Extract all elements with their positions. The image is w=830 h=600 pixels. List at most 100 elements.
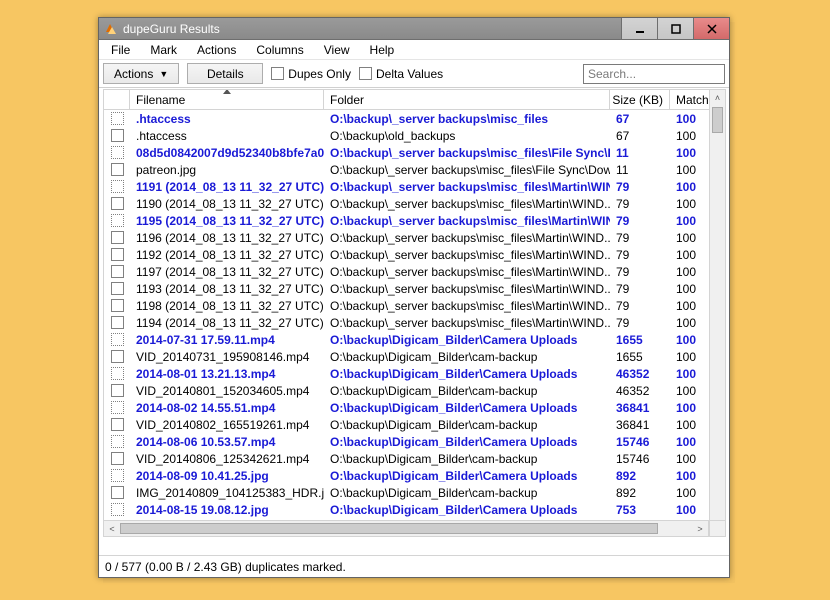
checkbox-icon (111, 265, 124, 278)
table-row[interactable]: 1190 (2014_08_13 11_32_27 UTC).001O:\bac… (104, 195, 725, 212)
table-row[interactable]: 1192 (2014_08_13 11_32_27 UTC).001O:\bac… (104, 246, 725, 263)
maximize-button[interactable] (657, 18, 693, 39)
checkbox-icon (111, 367, 124, 380)
row-checkbox[interactable] (104, 450, 130, 467)
table-row[interactable]: 1193 (2014_08_13 11_32_27 UTC).001O:\bac… (104, 280, 725, 297)
table-row[interactable]: VID_20140801_152034605.mp4O:\backup\Digi… (104, 382, 725, 399)
scroll-thumb[interactable] (712, 107, 723, 133)
cell-folder: O:\backup\_server backups\misc_files\Mar… (324, 297, 610, 314)
menubar: File Mark Actions Columns View Help (99, 40, 729, 60)
row-checkbox[interactable] (104, 433, 130, 450)
row-checkbox[interactable] (104, 382, 130, 399)
details-button[interactable]: Details (187, 63, 263, 84)
col-filename[interactable]: Filename (130, 90, 324, 109)
row-checkbox[interactable] (104, 501, 130, 518)
scroll-right-icon[interactable]: ˃ (692, 521, 708, 536)
table-row[interactable]: IMG_20140809_104125383_HDR.jpgO:\backup\… (104, 484, 725, 501)
cell-folder: O:\backup\Digicam_Bilder\cam-backup (324, 484, 610, 501)
row-checkbox[interactable] (104, 246, 130, 263)
row-checkbox[interactable] (104, 195, 130, 212)
scroll-left-icon[interactable]: ˂ (104, 521, 120, 536)
row-checkbox[interactable] (104, 178, 130, 195)
col-folder[interactable]: Folder (324, 90, 610, 109)
table-row[interactable]: 2014-08-06 10.53.57.mp4O:\backup\Digicam… (104, 433, 725, 450)
row-checkbox[interactable] (104, 331, 130, 348)
table-row[interactable]: VID_20140806_125342621.mp4O:\backup\Digi… (104, 450, 725, 467)
cell-folder: O:\backup\Digicam_Bilder\cam-backup (324, 348, 610, 365)
row-checkbox[interactable] (104, 467, 130, 484)
table-row[interactable]: 1191 (2014_08_13 11_32_27 UTC).001O:\bac… (104, 178, 725, 195)
menu-help[interactable]: Help (362, 41, 403, 59)
row-checkbox[interactable] (104, 348, 130, 365)
cell-folder: O:\backup\old_backups (324, 127, 610, 144)
row-checkbox[interactable] (104, 297, 130, 314)
cell-filename: 2014-07-31 17.59.11.mp4 (130, 331, 324, 348)
checkbox-icon (271, 67, 284, 80)
table-row[interactable]: 1195 (2014_08_13 11_32_27 UTC).001O:\bac… (104, 212, 725, 229)
cell-size: 11 (610, 161, 670, 178)
row-checkbox[interactable] (104, 229, 130, 246)
cell-filename: 2014-08-09 10.41.25.jpg (130, 467, 324, 484)
menu-columns[interactable]: Columns (248, 41, 311, 59)
minimize-button[interactable] (621, 18, 657, 39)
actions-dropdown[interactable]: Actions ▼ (103, 63, 179, 84)
cell-size: 67 (610, 110, 670, 127)
row-checkbox[interactable] (104, 144, 130, 161)
cell-filename: 1197 (2014_08_13 11_32_27 UTC).001 (130, 263, 324, 280)
delta-values-checkbox[interactable]: Delta Values (359, 67, 443, 81)
menu-view[interactable]: View (316, 41, 358, 59)
cell-match: 100 (670, 450, 712, 467)
menu-mark[interactable]: Mark (142, 41, 185, 59)
table-row[interactable]: VID_20140731_195908146.mp4O:\backup\Digi… (104, 348, 725, 365)
table-row[interactable]: .htaccessO:\backup\old_backups67100 (104, 127, 725, 144)
delta-values-label: Delta Values (376, 67, 443, 81)
row-checkbox[interactable] (104, 399, 130, 416)
row-checkbox[interactable] (104, 161, 130, 178)
rows-viewport[interactable]: .htaccessO:\backup\_server backups\misc_… (103, 110, 725, 520)
cell-folder: O:\backup\_server backups\misc_files\Mar… (324, 314, 610, 331)
col-checkbox[interactable] (104, 90, 130, 109)
table-row[interactable]: 2014-08-15 19.08.12.jpgO:\backup\Digicam… (104, 501, 725, 518)
row-checkbox[interactable] (104, 484, 130, 501)
table-row[interactable]: 2014-08-02 14.55.51.mp4O:\backup\Digicam… (104, 399, 725, 416)
col-match[interactable]: Match (670, 90, 712, 109)
menu-actions[interactable]: Actions (189, 41, 244, 59)
scroll-up-icon[interactable]: ˄ (710, 90, 725, 106)
table-row[interactable]: .htaccessO:\backup\_server backups\misc_… (104, 110, 725, 127)
cell-match: 100 (670, 280, 712, 297)
row-checkbox[interactable] (104, 365, 130, 382)
table-row[interactable]: 1197 (2014_08_13 11_32_27 UTC).001O:\bac… (104, 263, 725, 280)
checkbox-icon (111, 231, 124, 244)
horizontal-scrollbar[interactable]: ˂ ˃ (103, 520, 709, 537)
table-row[interactable]: 1194 (2014_08_13 11_32_27 UTC).001O:\bac… (104, 314, 725, 331)
menu-file[interactable]: File (103, 41, 138, 59)
row-checkbox[interactable] (104, 314, 130, 331)
cell-folder: O:\backup\Digicam_Bilder\Camera Uploads (324, 467, 610, 484)
table-row[interactable]: 2014-07-31 17.59.11.mp4O:\backup\Digicam… (104, 331, 725, 348)
cell-size: 36841 (610, 416, 670, 433)
table-row[interactable]: 1198 (2014_08_13 11_32_27 UTC).001O:\bac… (104, 297, 725, 314)
close-button[interactable] (693, 18, 729, 39)
row-checkbox[interactable] (104, 127, 130, 144)
col-size[interactable]: Size (KB) (610, 90, 670, 109)
cell-folder: O:\backup\Digicam_Bilder\cam-backup (324, 382, 610, 399)
scroll-thumb[interactable] (120, 523, 658, 534)
vertical-scrollbar[interactable]: ˄ ˅ (709, 89, 726, 537)
table-row[interactable]: VID_20140802_165519261.mp4O:\backup\Digi… (104, 416, 725, 433)
table-row[interactable]: patreon.jpgO:\backup\_server backups\mis… (104, 161, 725, 178)
row-checkbox[interactable] (104, 110, 130, 127)
row-checkbox[interactable] (104, 212, 130, 229)
row-checkbox[interactable] (104, 263, 130, 280)
cell-match: 100 (670, 467, 712, 484)
row-checkbox[interactable] (104, 280, 130, 297)
table-row[interactable]: 2014-08-09 10.41.25.jpgO:\backup\Digicam… (104, 467, 725, 484)
cell-match: 100 (670, 178, 712, 195)
cell-match: 100 (670, 399, 712, 416)
search-input[interactable]: Search... (583, 64, 725, 84)
row-checkbox[interactable] (104, 416, 130, 433)
table-row[interactable]: 08d5d0842007d9d52340b8bfe7a02...O:\backu… (104, 144, 725, 161)
dupes-only-checkbox[interactable]: Dupes Only (271, 67, 351, 81)
table-row[interactable]: 1196 (2014_08_13 11_32_27 UTC).001O:\bac… (104, 229, 725, 246)
titlebar[interactable]: dupeGuru Results (99, 18, 729, 40)
table-row[interactable]: 2014-08-01 13.21.13.mp4O:\backup\Digicam… (104, 365, 725, 382)
